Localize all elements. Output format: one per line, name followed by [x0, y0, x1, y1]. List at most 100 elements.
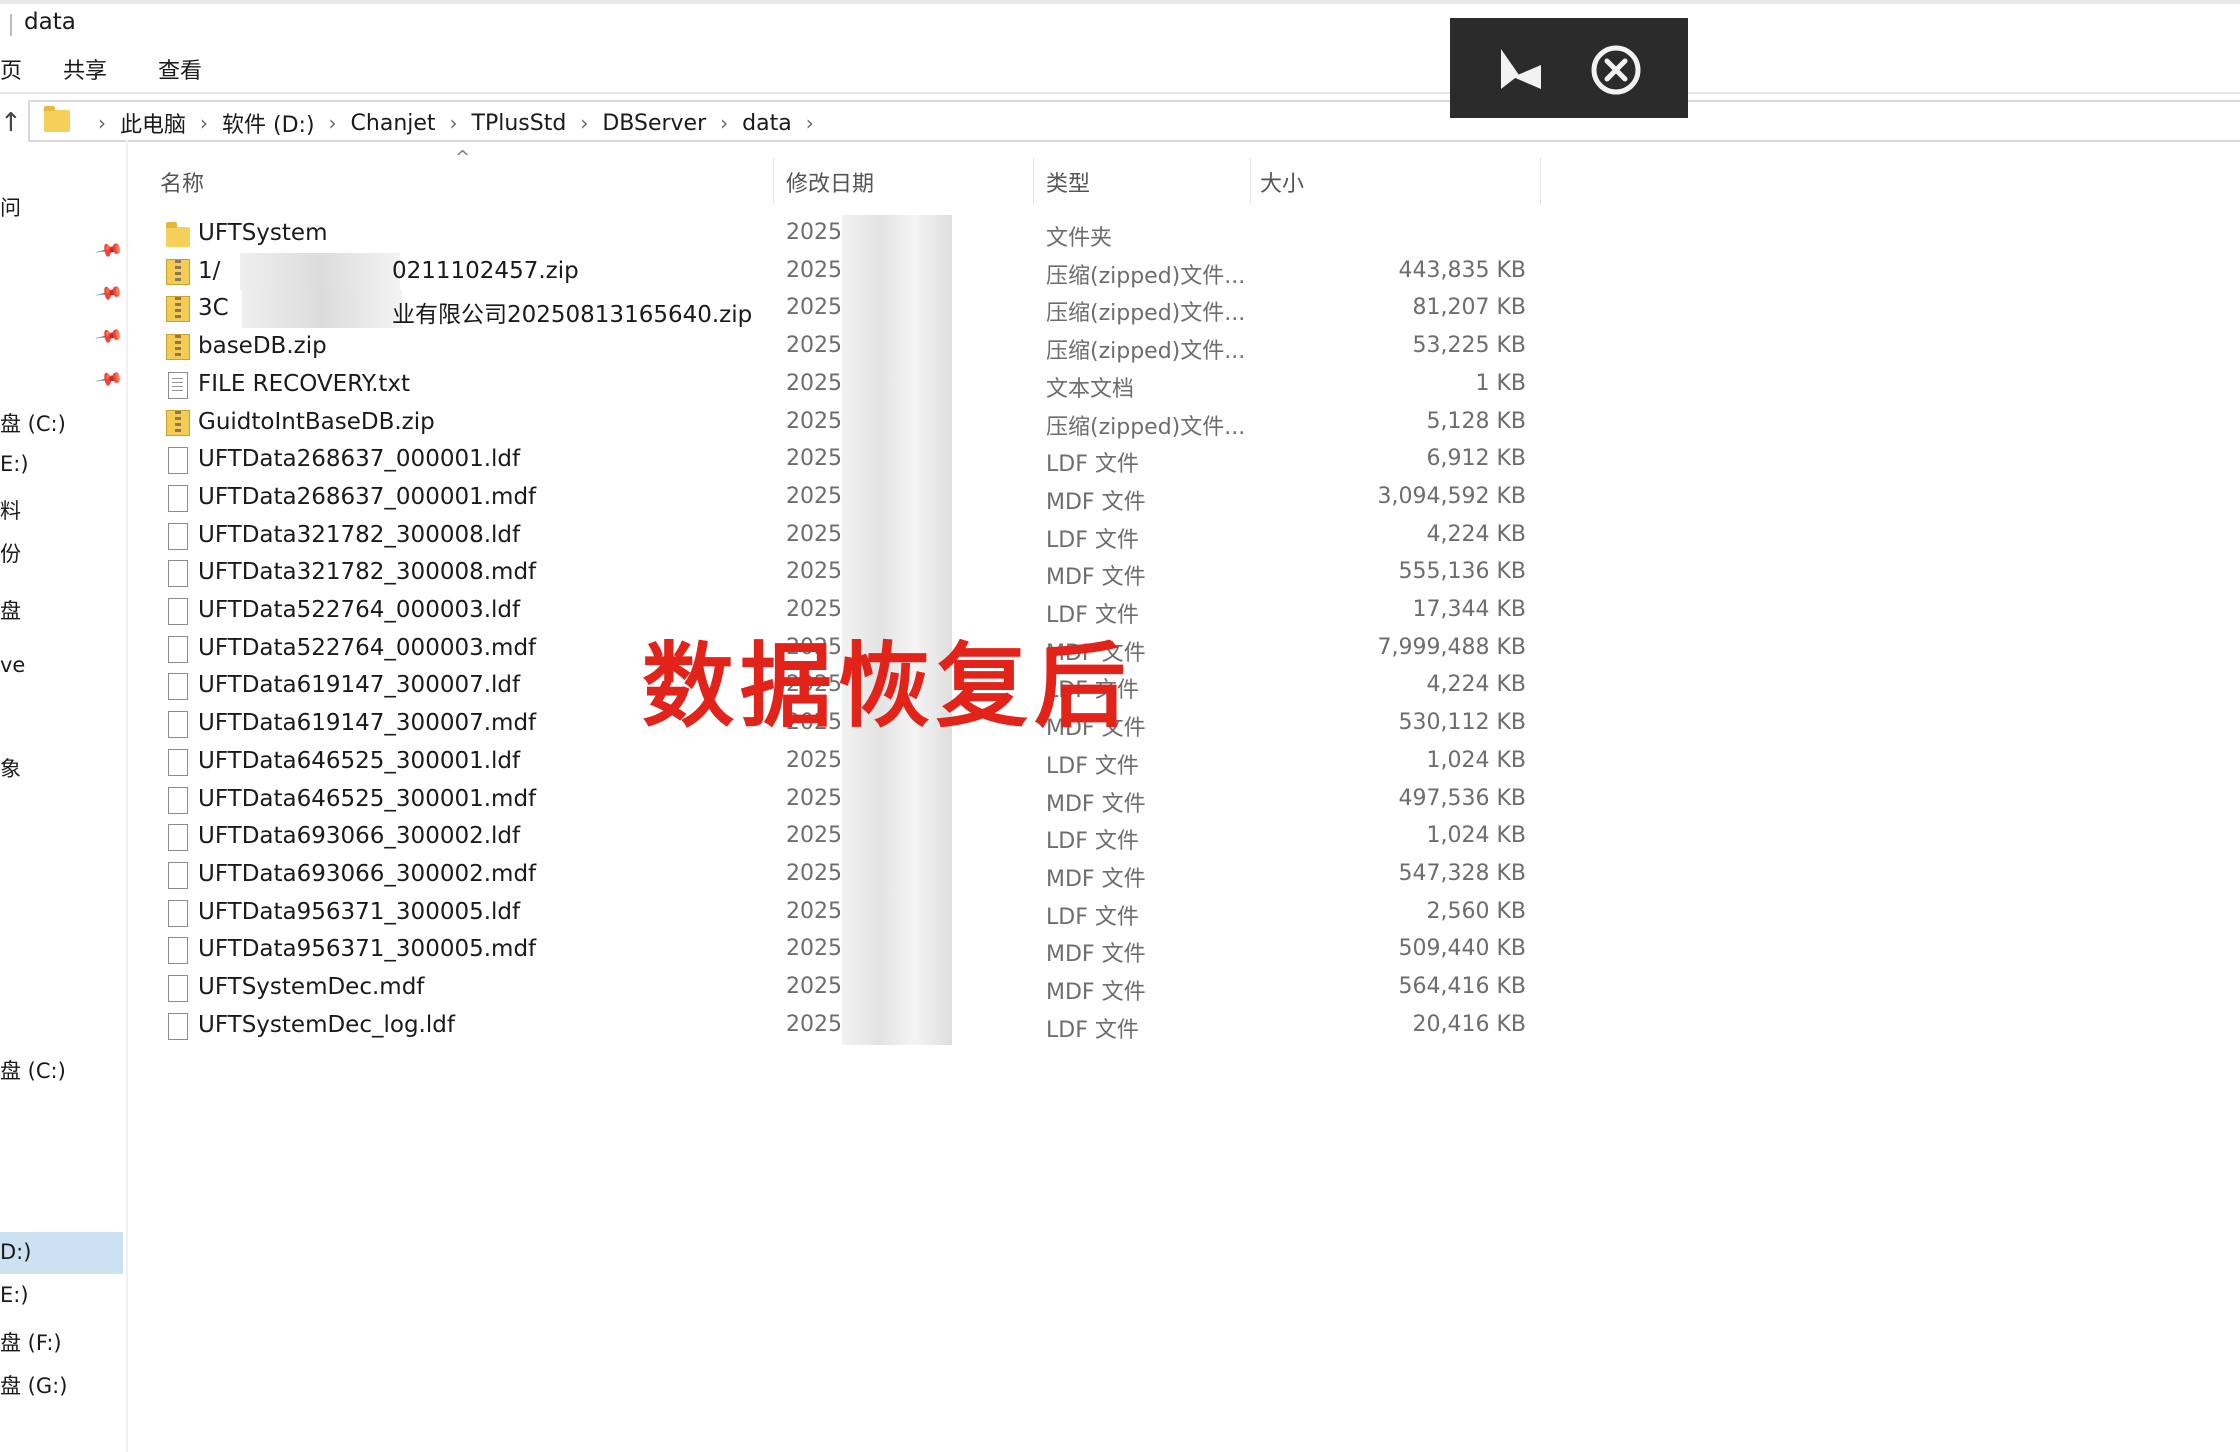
column-divider[interactable]	[773, 158, 774, 204]
file-row[interactable]: GuidtoIntBaseDB.zip 2025/压缩(zipped)文件... 5…	[160, 404, 1540, 442]
breadcrumb: › 此电脑 › 软件 (D:) › Chanjet › TPlusStd › D…	[84, 107, 828, 139]
file-date: 2025/	[786, 333, 850, 358]
redacted-date-blur	[842, 969, 952, 1007]
file-date: 2025/	[786, 899, 850, 924]
chevron-right-icon[interactable]: ›	[806, 111, 814, 135]
nav-item-drive-e-2[interactable]: E:)	[0, 1283, 29, 1307]
file-type: MDF 文件	[1046, 867, 1146, 892]
nav-item-data[interactable]: 料	[0, 495, 21, 525]
file-row[interactable]: UFTData321782_300008.mdf 2025/MDF 文件 555,1…	[160, 554, 1540, 592]
file-row[interactable]: UFTData268637_000001.ldf 2025/LDF 文件 6,912…	[160, 441, 1540, 479]
pin-icon[interactable]: 📌	[94, 364, 124, 394]
pin-icon[interactable]: 📌	[94, 278, 124, 308]
chevron-right-icon[interactable]: ›	[720, 111, 728, 135]
file-icon	[168, 749, 188, 776]
crumb-this-pc[interactable]: 此电脑	[120, 107, 186, 139]
column-header-type[interactable]: 类型	[1046, 166, 1090, 198]
chevron-right-icon[interactable]: ›	[98, 111, 106, 135]
ribbon-tab-home[interactable]: 页	[0, 53, 22, 85]
file-size: 555,136 KB	[1398, 559, 1527, 584]
file-type: MDF 文件	[1046, 980, 1146, 1005]
file-icon	[168, 787, 188, 814]
nav-item-drive-c-2[interactable]: 盘 (C:)	[0, 1055, 66, 1085]
file-icon	[168, 673, 188, 700]
up-arrow-icon[interactable]: ↑	[0, 108, 22, 138]
ribbon-tab-share[interactable]: 共享	[63, 53, 107, 85]
file-row[interactable]: FILE RECOVERY.txt 2025/文本文档 1 KB	[160, 366, 1540, 404]
column-header-date[interactable]: 修改日期	[786, 166, 874, 198]
file-row[interactable]: UFTData321782_300008.ldf 2025/LDF 文件 4,224…	[160, 517, 1540, 555]
ribbon-tab-view[interactable]: 查看	[158, 53, 202, 85]
column-divider[interactable]	[1250, 158, 1251, 204]
file-row[interactable]: UFTData693066_300002.ldf 2025/LDF 文件 1,024…	[160, 818, 1540, 856]
column-divider[interactable]	[1540, 158, 1541, 204]
close-circle-icon[interactable]	[1590, 44, 1642, 96]
file-name: UFTData522764_000003.ldf	[198, 597, 521, 623]
file-row[interactable]: UFTData956371_300005.mdf 2025/MDF 文件 509,4…	[160, 931, 1540, 969]
file-row[interactable]: 3C 业有限公司20250813165640.zip 2025/压缩(zipped)…	[160, 290, 1540, 328]
crumb-drive-d[interactable]: 软件 (D:)	[222, 107, 315, 139]
address-bar[interactable]: › 此电脑 › 软件 (D:) › Chanjet › TPlusStd › D…	[28, 100, 2240, 142]
redacted-date-blur	[842, 781, 952, 819]
crumb-dbserver[interactable]: DBServer	[602, 111, 706, 136]
redacted-date-blur	[842, 894, 952, 932]
file-type: MDF 文件	[1046, 490, 1146, 515]
nav-item-drive-f[interactable]: 盘 (F:)	[0, 1327, 62, 1357]
nav-item-drive-c[interactable]: 盘 (C:)	[0, 408, 66, 438]
redacted-date-blur	[842, 441, 952, 479]
nav-item-disk[interactable]: 盘	[0, 595, 21, 625]
file-date: 2025/	[786, 861, 850, 886]
chevron-right-icon[interactable]: ›	[329, 111, 337, 135]
file-type: MDF 文件	[1046, 942, 1146, 967]
file-size: 5,128 KB	[1426, 409, 1527, 434]
chevron-right-icon[interactable]: ›	[200, 111, 208, 135]
file-row[interactable]: baseDB.zip 2025/压缩(zipped)文件... 53,225 KB	[160, 328, 1540, 366]
chevron-right-icon[interactable]: ›	[580, 111, 588, 135]
file-name: UFTData619147_300007.mdf	[198, 710, 537, 736]
redacted-date-blur	[842, 1007, 952, 1045]
nav-item-drive-g[interactable]: 盘 (G:)	[0, 1370, 67, 1400]
crumb-tplusstd[interactable]: TPlusStd	[472, 111, 567, 136]
file-name: UFTSystem	[198, 220, 328, 246]
file-date: 2025/	[786, 786, 850, 811]
zip-icon	[166, 410, 190, 436]
nav-item-drive-e[interactable]: E:)	[0, 452, 29, 476]
column-header-name[interactable]: 名称	[160, 166, 204, 198]
file-icon	[168, 937, 188, 964]
file-row[interactable]: UFTSystemDec.mdf 2025/MDF 文件 564,416 KB	[160, 969, 1540, 1007]
column-divider[interactable]	[1033, 158, 1034, 204]
nav-item-drive-d[interactable]: D:)	[0, 1240, 31, 1264]
nav-item-objects[interactable]: 象	[0, 753, 21, 783]
pin-icon[interactable]: 📌	[94, 235, 124, 265]
file-type: MDF 文件	[1046, 792, 1146, 817]
file-row[interactable]: UFTData956371_300005.ldf 2025/LDF 文件 2,560…	[160, 894, 1540, 932]
column-header-size[interactable]: 大小	[1260, 166, 1304, 198]
file-name: UFTData522764_000003.mdf	[198, 635, 537, 661]
file-row[interactable]: 1/0211102457.zip 2025/压缩(zipped)文件... 443,…	[160, 253, 1540, 291]
nav-item-backup[interactable]: 份	[0, 538, 21, 568]
file-icon	[168, 485, 188, 512]
nav-item-quick-access[interactable]: 问	[0, 192, 21, 222]
pin-icon[interactable]: 📌	[94, 321, 124, 351]
file-row[interactable]: UFTSystemDec_log.ldf 2025/LDF 文件 20,416 KB	[160, 1007, 1540, 1045]
file-row[interactable]: UFTData268637_000001.mdf 2025/MDF 文件 3,094…	[160, 479, 1540, 517]
file-row[interactable]: UFTData646525_300001.mdf 2025/MDF 文件 497,5…	[160, 781, 1540, 819]
file-type: MDF 文件	[1046, 565, 1146, 590]
file-name: UFTData646525_300001.ldf	[198, 748, 521, 774]
crumb-chanjet[interactable]: Chanjet	[351, 111, 436, 136]
file-date: 2025/	[786, 522, 850, 547]
file-row[interactable]: UFTData693066_300002.mdf 2025/MDF 文件 547,3…	[160, 856, 1540, 894]
file-row[interactable]: UFTData646525_300001.ldf 2025/LDF 文件 1,024…	[160, 743, 1540, 781]
file-name: UFTData693066_300002.ldf	[198, 823, 521, 849]
redacted-name-blur	[240, 253, 400, 291]
chevron-right-icon[interactable]: ›	[450, 111, 458, 135]
file-row[interactable]: UFTSystem 2025/文件夹	[160, 215, 1540, 253]
play-back-icon[interactable]	[1497, 45, 1545, 93]
nav-item-onedrive[interactable]: ve	[0, 653, 25, 677]
file-name: UFTData321782_300008.mdf	[198, 559, 537, 585]
crumb-data[interactable]: data	[742, 111, 792, 136]
file-date: 2025/	[786, 974, 850, 999]
file-icon	[168, 711, 188, 738]
file-size: 1,024 KB	[1426, 748, 1527, 773]
redacted-date-blur	[842, 818, 952, 856]
